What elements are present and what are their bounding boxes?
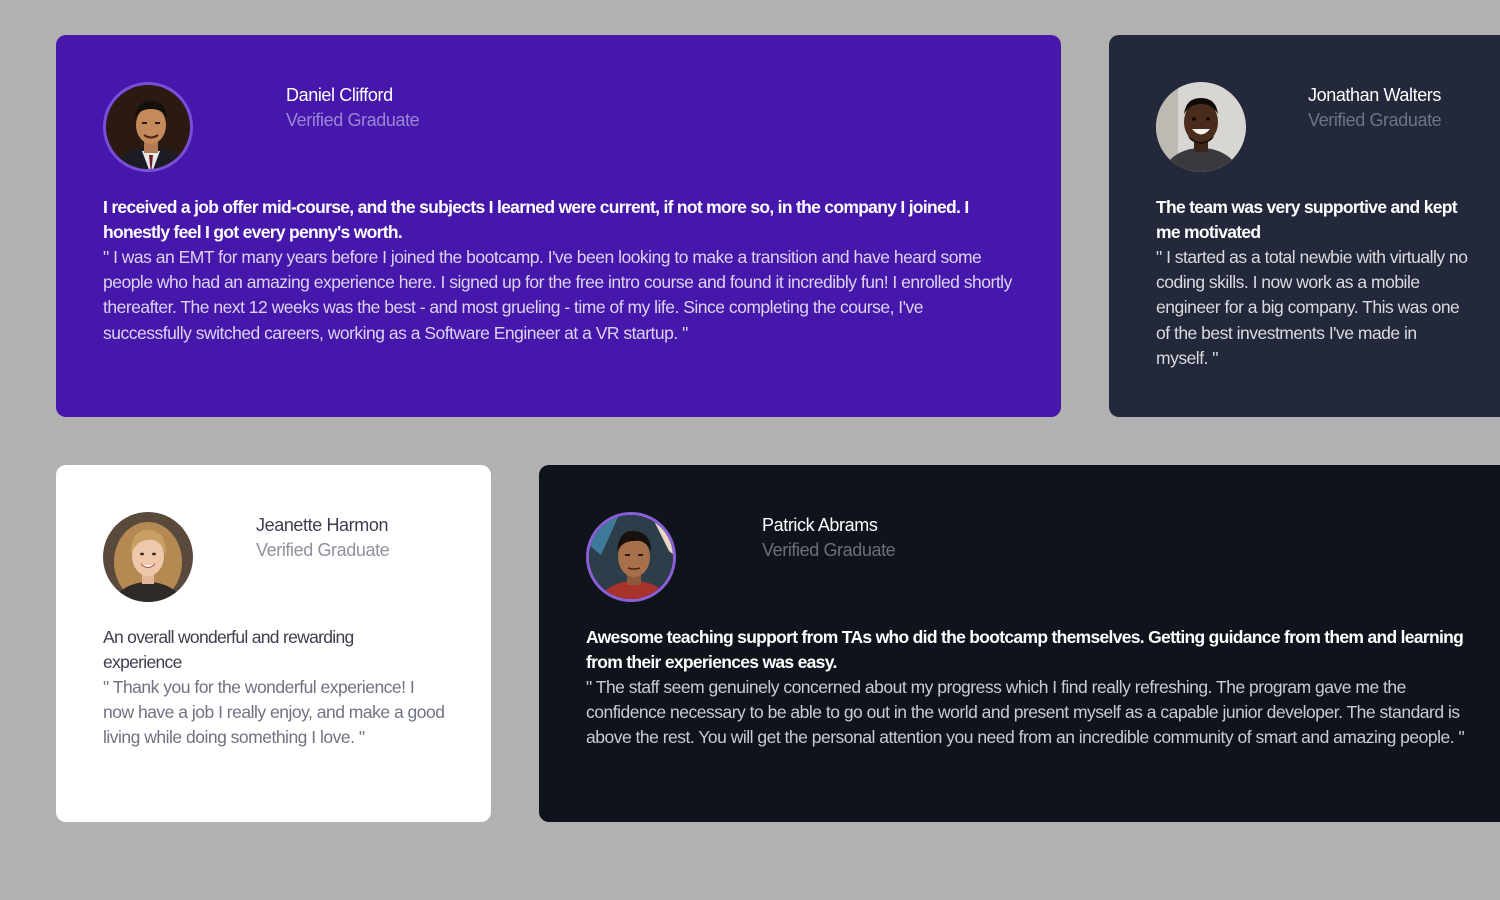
testimonial-meta: Daniel Clifford Verified Graduate xyxy=(286,83,420,133)
testimonial-quote: " The staff seem genuinely concerned abo… xyxy=(586,677,1465,748)
author-name: Patrick Abrams xyxy=(762,515,878,535)
testimonial-card-patrick-abrams: Patrick Abrams Verified Graduate Awesome… xyxy=(539,465,1500,822)
testimonial-header: Jeanette Harmon Verified Graduate xyxy=(103,512,444,602)
testimonial-quote: " I was an EMT for many years before I j… xyxy=(103,247,1012,343)
avatar-photo-daniel-icon xyxy=(106,85,190,169)
avatar xyxy=(1156,82,1246,172)
testimonial-quote: " Thank you for the wonderful experience… xyxy=(103,677,445,748)
testimonial-card-jonathan-walters: Jonathan Walters Verified Graduate The t… xyxy=(1109,35,1500,417)
author-name: Daniel Clifford xyxy=(286,85,393,105)
testimonial-headline: An overall wonderful and rewarding exper… xyxy=(103,627,354,672)
avatar-photo-jonathan-icon xyxy=(1156,82,1246,172)
testimonial-header: Daniel Clifford Verified Graduate xyxy=(103,82,1014,172)
avatar xyxy=(103,512,193,602)
author-role: Verified Graduate xyxy=(1308,110,1442,130)
testimonial-card-daniel-clifford: Daniel Clifford Verified Graduate I rece… xyxy=(56,35,1061,417)
testimonial-meta: Jeanette Harmon Verified Graduate xyxy=(256,513,390,563)
author-name: Jonathan Walters xyxy=(1308,85,1442,105)
testimonial-headline: Awesome teaching support from TAs who di… xyxy=(586,627,1464,672)
testimonial-headline: The team was very supportive and kept me… xyxy=(1156,197,1458,242)
testimonial-card-jeanette-harmon: Jeanette Harmon Verified Graduate An ove… xyxy=(56,465,491,822)
author-role: Verified Graduate xyxy=(286,110,420,130)
testimonial-meta: Patrick Abrams Verified Graduate xyxy=(762,513,896,563)
testimonial-meta: Jonathan Walters Verified Graduate xyxy=(1308,83,1442,133)
avatar-photo-jeanette-icon xyxy=(103,512,193,602)
author-name: Jeanette Harmon xyxy=(256,515,389,535)
avatar-photo-patrick-icon xyxy=(589,515,673,599)
testimonial-quote: " I started as a total newbie with virtu… xyxy=(1156,247,1468,368)
testimonial-headline: I received a job offer mid-course, and t… xyxy=(103,197,969,242)
author-role: Verified Graduate xyxy=(762,540,896,560)
avatar xyxy=(586,512,676,602)
author-role: Verified Graduate xyxy=(256,540,390,560)
testimonial-header: Patrick Abrams Verified Graduate xyxy=(586,512,1492,602)
testimonial-header: Jonathan Walters Verified Graduate xyxy=(1156,82,1482,172)
avatar xyxy=(103,82,193,172)
